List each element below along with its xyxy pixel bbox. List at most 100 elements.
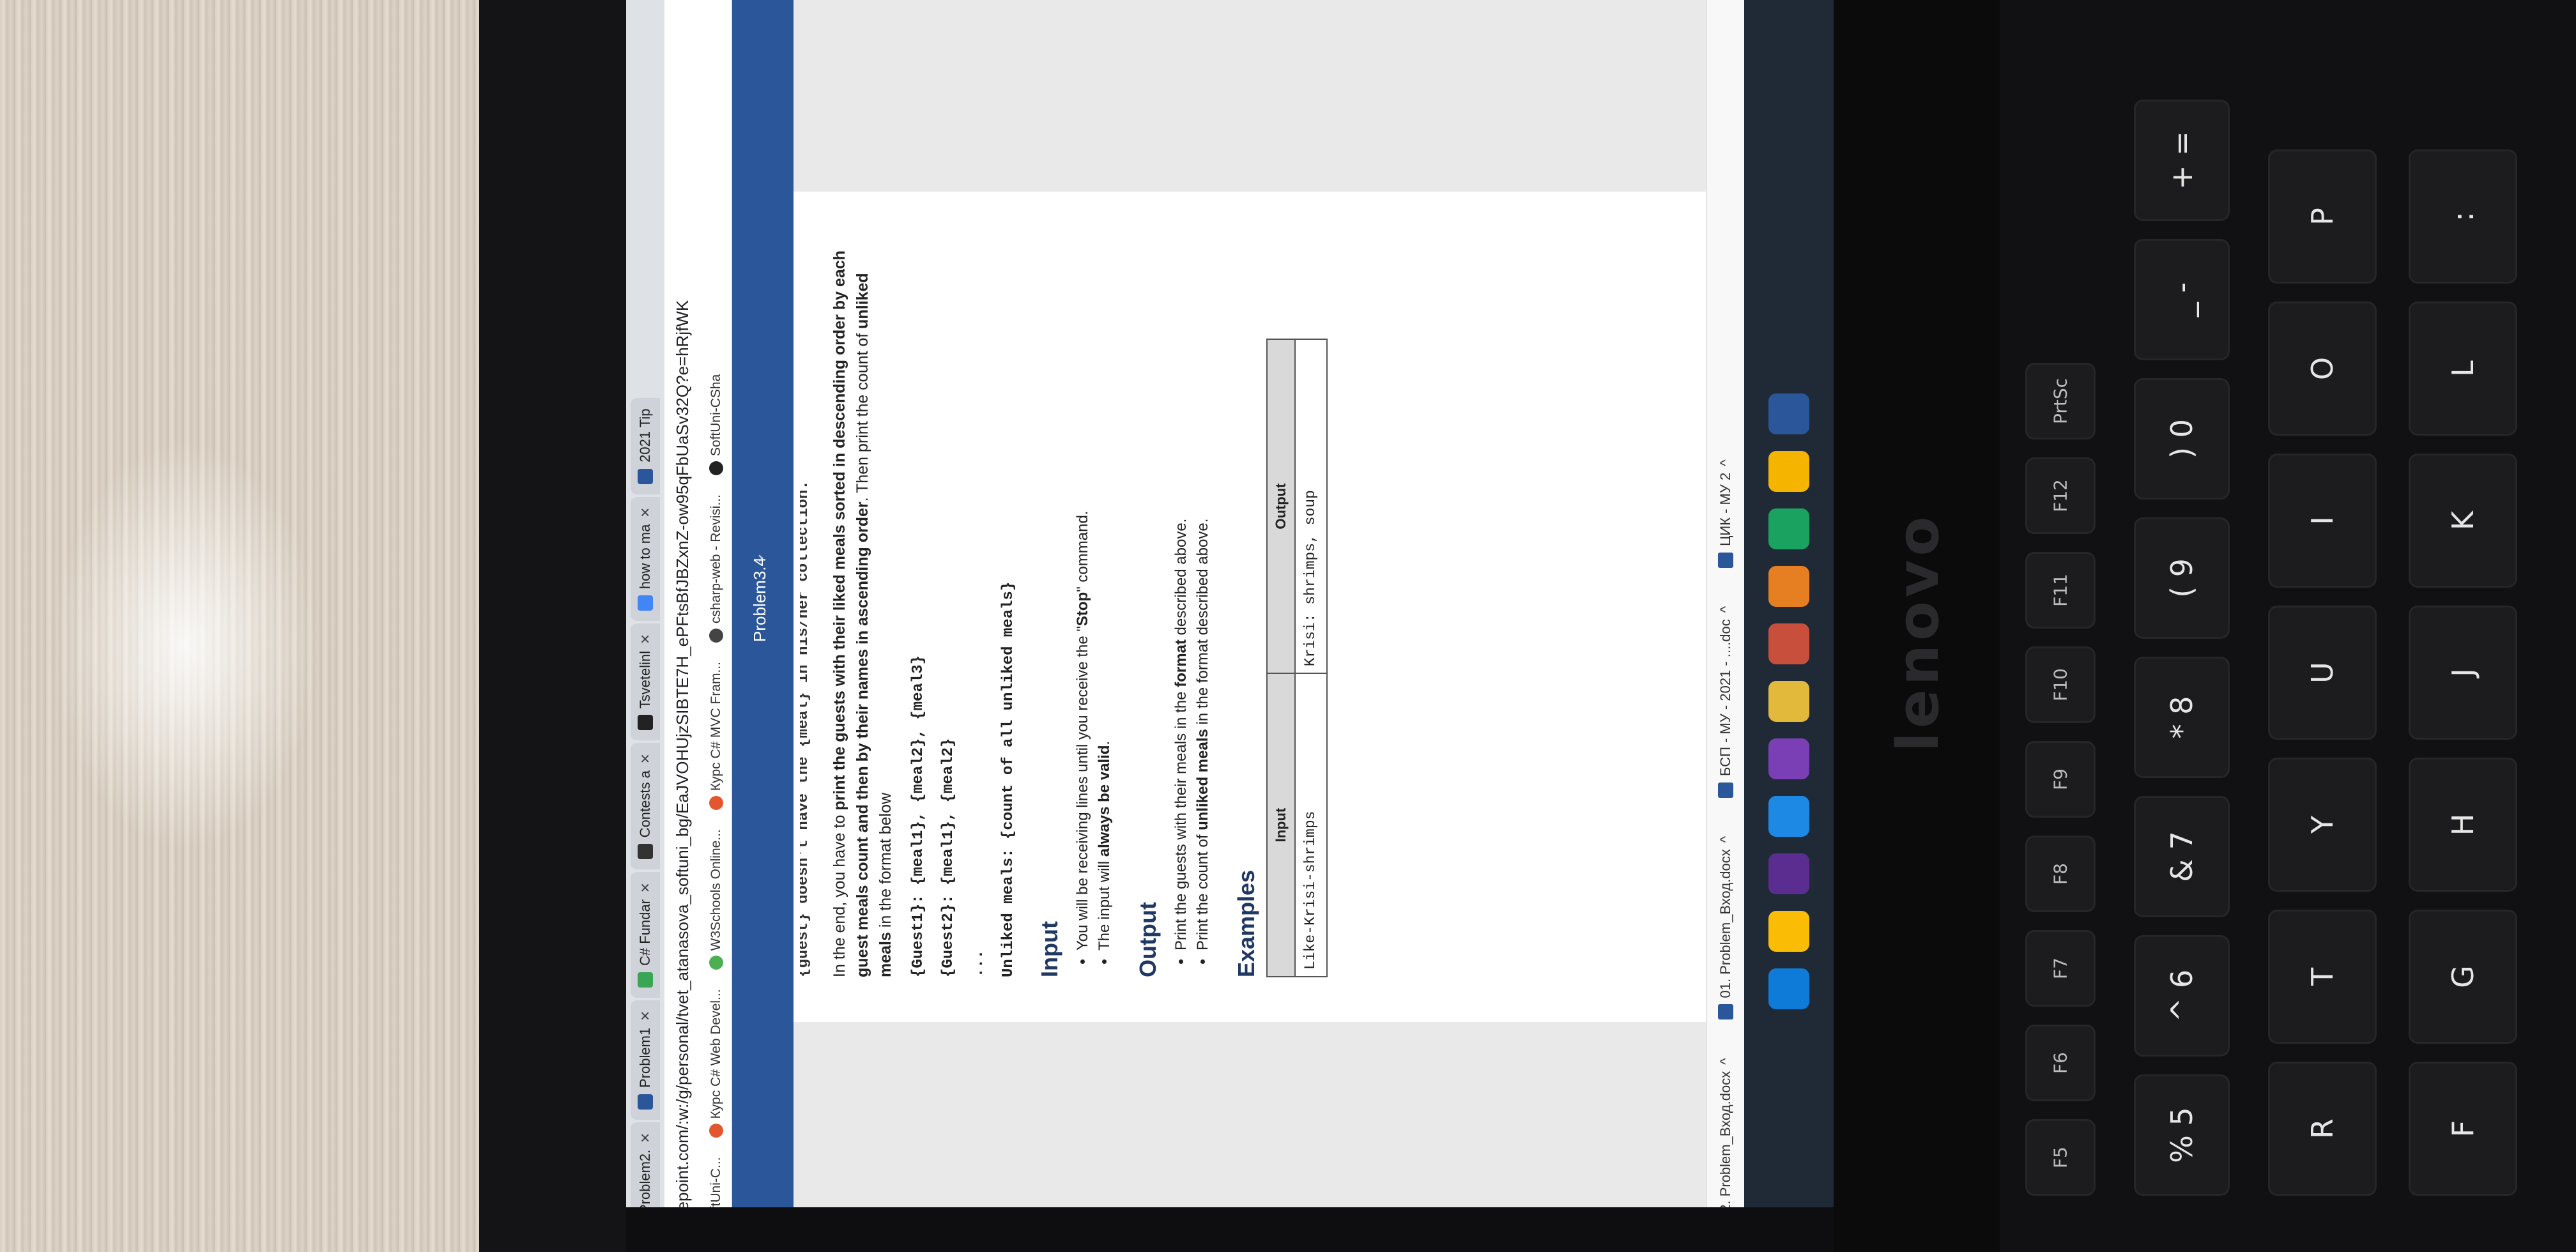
taskbar-app-icon[interactable] <box>1768 393 1809 434</box>
keyboard-key: ^ 6 <box>2134 935 2230 1057</box>
bookmark-favicon-icon <box>709 461 723 476</box>
keyboard-key: ) 0 <box>2134 378 2230 500</box>
tab-label: how to ma <box>637 524 653 590</box>
taskbar-app-icon[interactable] <box>1768 681 1809 722</box>
keyboard-key: R <box>2268 1062 2377 1196</box>
document-title[interactable]: Problem3.4 <box>750 557 770 642</box>
download-item[interactable]: БСП - МУ - 2021 - ....doc ^ <box>1717 606 1734 798</box>
format-line: ... <box>970 949 987 977</box>
download-item[interactable]: 01. Problem_Вход.docx ^ <box>1717 836 1734 1020</box>
word-file-icon <box>1717 782 1733 798</box>
bookmark-item[interactable]: W3Schools Online... <box>709 829 724 970</box>
browser-tab[interactable]: C# Fundar ✕ <box>631 872 660 998</box>
key-label: ( 9 <box>2165 558 2199 598</box>
keyboard-key: Y <box>2268 758 2377 892</box>
bookmark-item[interactable]: Курс C# Web Devel... <box>709 989 724 1138</box>
bookmark-favicon-icon <box>709 628 723 643</box>
browser-tab[interactable]: Problem1 ✕ <box>631 1000 660 1120</box>
bookmark-item[interactable]: SoftUni-C... <box>709 1157 724 1207</box>
keyboard-key: ( 9 <box>2134 517 2230 639</box>
close-icon[interactable]: ✕ <box>638 753 654 764</box>
keyboard: F5 F6 F7 F8 F9 F10 F11 F12 PrtSc % 5 ^ 6 & 7 * 8 ( 9)… <box>2000 0 2576 1252</box>
table-header-output: Output <box>1267 339 1295 674</box>
bookmark-label: SoftUni-C... <box>708 1157 723 1207</box>
url-text: sharepoint.com/:w:/g/personal/tvet_atana… <box>672 300 692 1207</box>
tab-favicon-icon <box>638 715 653 731</box>
tab-favicon-icon <box>638 468 653 484</box>
key-label: L <box>2446 360 2480 377</box>
keyboard-key: F8 <box>2025 836 2096 912</box>
word-file-icon <box>1717 1004 1733 1020</box>
close-icon[interactable]: ✕ <box>638 882 654 893</box>
key-label: T <box>2305 967 2340 986</box>
table-cell-output: Krisi: shrimps, soup <box>1295 339 1327 674</box>
bookmark-item[interactable]: Курс C# MVC Fram... <box>709 662 724 811</box>
taskbar-app-icon[interactable] <box>1768 738 1809 779</box>
keyboard-key: F11 <box>2025 552 2096 629</box>
browser-tab[interactable]: 2021 Tip <box>631 398 660 494</box>
taskbar-app-icon[interactable] <box>1768 968 1809 1009</box>
browser-tab[interactable]: Problem2. ✕ <box>631 1122 660 1207</box>
key-label: _ - <box>2165 282 2199 317</box>
list-item: You will be receiving lines until you re… <box>1072 236 1094 950</box>
taskbar-app-icon[interactable] <box>1768 623 1809 664</box>
close-icon[interactable]: ✕ <box>638 634 654 645</box>
chevron-down-icon[interactable]: ⌄ <box>747 551 767 565</box>
taskbar-app-icon[interactable] <box>1768 566 1809 607</box>
taskbar-app-icon[interactable] <box>1768 796 1809 837</box>
keyboard-key: F10 <box>2025 646 2096 723</box>
keyboard-key: H <box>2409 758 2517 892</box>
key-label: F11 <box>2050 574 2071 607</box>
chevron-up-icon[interactable]: ^ <box>1717 459 1734 466</box>
keyboard-key: F <box>2409 1062 2517 1196</box>
browser-tab[interactable]: how to ma ✕ <box>631 496 660 622</box>
browser-tab[interactable]: Tsvetelinl ✕ <box>631 623 660 741</box>
browser-tab[interactable]: Contests a ✕ <box>631 743 660 870</box>
taskbar-app-icon[interactable] <box>1768 451 1809 492</box>
key-label: F12 <box>2050 479 2071 512</box>
download-item[interactable]: ЦИК - МУ 2 ^ <box>1717 459 1734 568</box>
bookmark-favicon-icon <box>709 796 723 811</box>
output-heading: Output <box>1135 902 1161 977</box>
keyboard-key: * 8 <box>2134 657 2230 778</box>
document-workspace: {guest} doesn't have the {meal} in his/h… <box>793 0 1706 1207</box>
cut-off-line: {guest} doesn't have the {meal} in his/h… <box>800 480 812 977</box>
chevron-up-icon[interactable]: ^ <box>1717 1058 1734 1064</box>
keyboard-key: U <box>2268 606 2377 740</box>
bookmark-favicon-icon <box>709 956 723 970</box>
keyboard-key: F12 <box>2025 457 2096 534</box>
tab-favicon-icon <box>638 595 653 611</box>
key-label: I <box>2305 516 2340 525</box>
tab-label: C# Fundar <box>637 899 653 966</box>
key-label: F8 <box>2050 863 2071 885</box>
input-heading: Input <box>1036 921 1062 977</box>
intro-paragraph: In the end, you have to print the guests… <box>831 250 894 977</box>
taskbar-app-icon[interactable] <box>1768 911 1809 952</box>
desk-background <box>0 0 479 1252</box>
key-label: F5 <box>2050 1147 2071 1168</box>
close-icon[interactable]: ✕ <box>638 1011 654 1021</box>
download-item[interactable]: 02. Problem_Вход.docx ^ <box>1717 1058 1734 1207</box>
taskbar-app-icon[interactable] <box>1768 853 1809 894</box>
close-icon[interactable]: ✕ <box>638 1133 654 1143</box>
key-label: U <box>2305 662 2340 683</box>
keyboard-key: K <box>2409 454 2517 588</box>
bookmark-favicon-icon <box>709 1124 723 1138</box>
tab-label: 2021 Tip <box>637 408 653 462</box>
bookmark-label: csharp-web - Revisi... <box>708 494 723 623</box>
taskbar-app-icon[interactable] <box>1768 508 1809 549</box>
key-label: ^ 6 <box>2165 969 2199 1023</box>
light-glare <box>51 441 319 850</box>
list-item: Print the count of unliked meals in the … <box>1192 236 1214 950</box>
address-bar[interactable]: sharepoint.com/:w:/g/personal/tvet_atana… <box>664 0 700 1207</box>
bookmark-item[interactable]: csharp-web - Revisi... <box>709 494 724 643</box>
close-icon[interactable]: ✕ <box>638 507 654 518</box>
chevron-up-icon[interactable]: ^ <box>1717 606 1734 613</box>
key-label: G <box>2446 965 2480 988</box>
key-label: F10 <box>2050 668 2071 701</box>
laptop-brand-logo: lenovo <box>1885 512 1952 752</box>
bookmark-item[interactable]: SoftUni-CSha <box>709 374 724 476</box>
chevron-up-icon[interactable]: ^ <box>1717 836 1734 843</box>
word-ribbon: Problem3.4 ⌄ <box>732 0 793 1207</box>
keyboard-key: _ - <box>2134 239 2230 360</box>
